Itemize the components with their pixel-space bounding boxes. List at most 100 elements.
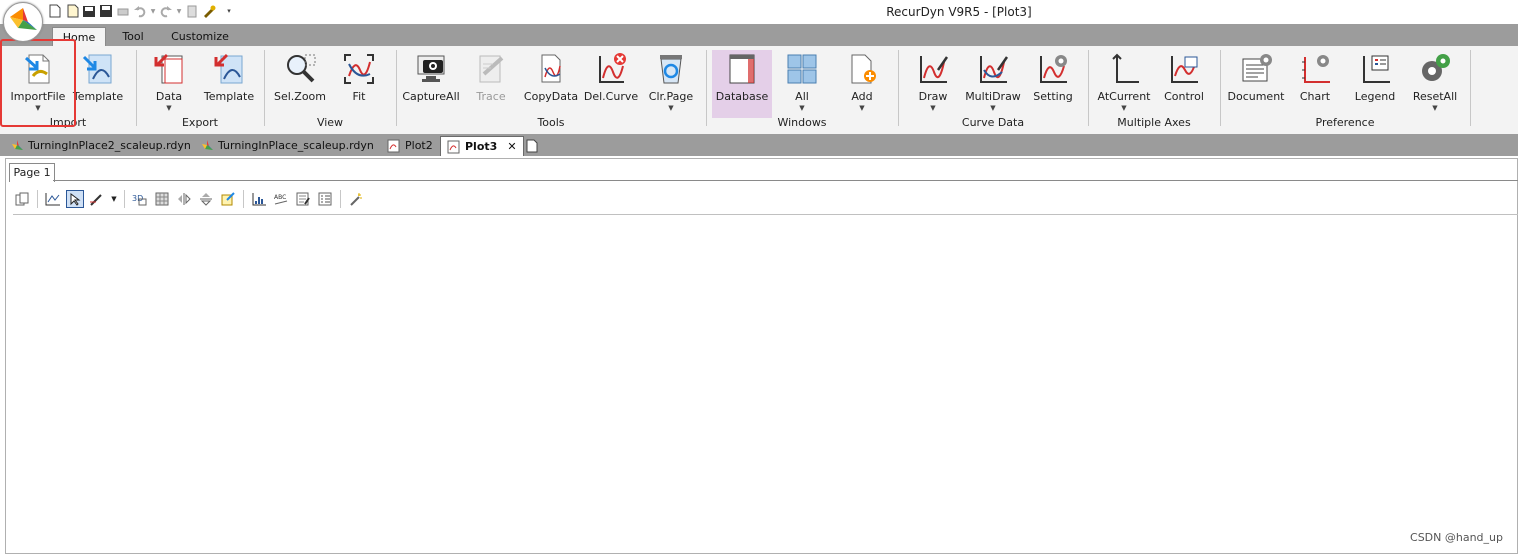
legend-label: Legend (1354, 90, 1396, 103)
export-data-button[interactable]: Data ▼ (140, 50, 198, 118)
chart-preference-button[interactable]: Chart (1292, 50, 1338, 118)
highlight-box (0, 39, 76, 127)
curve-setting-button[interactable]: Setting (1028, 50, 1078, 118)
clr-page-button[interactable]: Clr.Page ▼ (642, 50, 700, 118)
toolbar-separator (243, 190, 244, 208)
fit-icon (342, 52, 376, 86)
add-page-icon (845, 52, 879, 86)
multi-draw-label: MultiDraw (965, 90, 1021, 103)
flip-vertical-icon[interactable] (197, 190, 215, 208)
at-current-button[interactable]: AtCurrent ▼ (1094, 50, 1154, 118)
text-label-icon[interactable]: ABC (272, 190, 290, 208)
multi-draw-dropdown-icon: ▼ (990, 104, 996, 112)
toolbar-separator (340, 190, 341, 208)
all-windows-button[interactable]: All ▼ (778, 50, 826, 118)
doc-tab-label: TurningInPlace_scaleup.rdyn (218, 139, 374, 152)
control-axes-icon (1167, 52, 1201, 86)
all-windows-label: All (795, 90, 809, 103)
group-separator (264, 50, 265, 126)
doc-tab-plot2[interactable]: Plot2 (387, 136, 433, 155)
doc-tab-label: Plot3 (465, 140, 498, 153)
grid-icon[interactable] (153, 190, 171, 208)
doc-tab-label: TurningInPlace2_scaleup.rdyn (28, 139, 191, 152)
select-mode-icon[interactable] (66, 190, 84, 208)
database-window-icon (725, 52, 759, 86)
doc-tab-turninginplace2[interactable]: TurningInPlace2_scaleup.rdyn (10, 136, 191, 155)
del-curve-label: Del.Curve (583, 90, 639, 103)
copy-data-button[interactable]: CopyData (522, 50, 580, 118)
draw-curve-icon (916, 52, 950, 86)
reset-all-button[interactable]: ResetAll ▼ (1406, 50, 1464, 118)
doc-tab-turninginplace[interactable]: TurningInPlace_scaleup.rdyn (200, 136, 374, 155)
multi-draw-button[interactable]: MultiDraw ▼ (962, 50, 1024, 118)
app-logo-icon[interactable] (3, 2, 43, 42)
clr-page-label: Clr.Page (648, 90, 694, 103)
document-label: Document (1227, 90, 1285, 103)
document-preference-button[interactable]: Document (1226, 50, 1286, 118)
group-separator (1088, 50, 1089, 126)
fit-button[interactable]: Fit (334, 50, 384, 118)
export-template-button[interactable]: Template (199, 50, 259, 118)
database-label: Database (715, 90, 769, 103)
recycle-bin-icon (654, 52, 688, 86)
add-window-label: Add (851, 90, 873, 103)
draw-dropdown-icon: ▼ (930, 104, 936, 112)
draw-button[interactable]: Draw ▼ (906, 50, 960, 118)
control-button[interactable]: Control (1158, 50, 1210, 118)
tile-windows-icon (785, 52, 819, 86)
legend-icon (1358, 52, 1392, 86)
at-current-dropdown-icon: ▼ (1121, 104, 1127, 112)
chart-axes-icon[interactable] (250, 190, 268, 208)
control-label: Control (1164, 90, 1204, 103)
flip-horizontal-icon[interactable] (175, 190, 193, 208)
close-tab-icon[interactable]: ✕ (507, 137, 516, 156)
plot-canvas[interactable] (14, 216, 1514, 546)
edit-table-icon[interactable] (294, 190, 312, 208)
legend-preference-button[interactable]: Legend (1350, 50, 1400, 118)
3d-view-icon[interactable]: 3D (131, 190, 149, 208)
curve-gear-icon (1036, 52, 1070, 86)
magic-wand-icon[interactable] (347, 190, 365, 208)
export-template-label: Template (203, 90, 255, 103)
tab-tool[interactable]: Tool (110, 27, 156, 46)
multi-draw-icon (976, 52, 1010, 86)
pen-style-icon[interactable] (88, 190, 106, 208)
capture-all-button[interactable]: CaptureAll (400, 50, 462, 118)
sel-zoom-label: Sel.Zoom (273, 90, 326, 103)
database-button[interactable]: Database (712, 50, 772, 118)
reset-all-label: ResetAll (1412, 90, 1458, 103)
reset-gears-icon (1418, 52, 1452, 86)
sel-zoom-button[interactable]: Sel.Zoom (270, 50, 330, 118)
copy-plot-icon[interactable] (13, 190, 31, 208)
camera-icon (414, 52, 448, 86)
trace-icon (474, 52, 508, 86)
export-data-icon (152, 52, 186, 86)
doc-tab-plot3[interactable]: Plot3 ✕ (440, 136, 524, 156)
add-window-button[interactable]: Add ▼ (838, 50, 886, 118)
pen-style-dropdown-icon[interactable]: ▼ (110, 190, 118, 208)
page-tab[interactable]: Page 1 (9, 163, 55, 182)
model-file-icon (12, 139, 23, 150)
list-icon[interactable] (316, 190, 334, 208)
draw-label: Draw (918, 90, 948, 103)
at-current-label: AtCurrent (1097, 90, 1151, 103)
new-tab-icon[interactable] (526, 136, 538, 155)
axes-icon (1107, 52, 1141, 86)
export-data-dropdown-icon: ▼ (166, 104, 172, 112)
document-gear-icon (1239, 52, 1273, 86)
import-template-label: Template (72, 90, 124, 103)
plot-toolbar: ▼ 3D ABC (13, 186, 365, 212)
export-image-icon[interactable] (219, 190, 237, 208)
del-curve-button[interactable]: Del.Curve (582, 50, 640, 118)
tab-customize[interactable]: Customize (164, 27, 236, 46)
trace-button[interactable]: Trace (464, 50, 518, 118)
add-window-dropdown-icon: ▼ (859, 104, 865, 112)
window-title: RecurDyn V9R5 - [Plot3] (886, 5, 1032, 19)
group-separator (706, 50, 707, 126)
import-template-button[interactable]: Template (70, 50, 126, 118)
copy-data-icon (534, 52, 568, 86)
magnifier-icon (283, 52, 317, 86)
line-plot-icon[interactable] (44, 190, 62, 208)
reset-all-dropdown-icon: ▼ (1432, 104, 1438, 112)
clr-page-dropdown-icon: ▼ (668, 104, 674, 112)
